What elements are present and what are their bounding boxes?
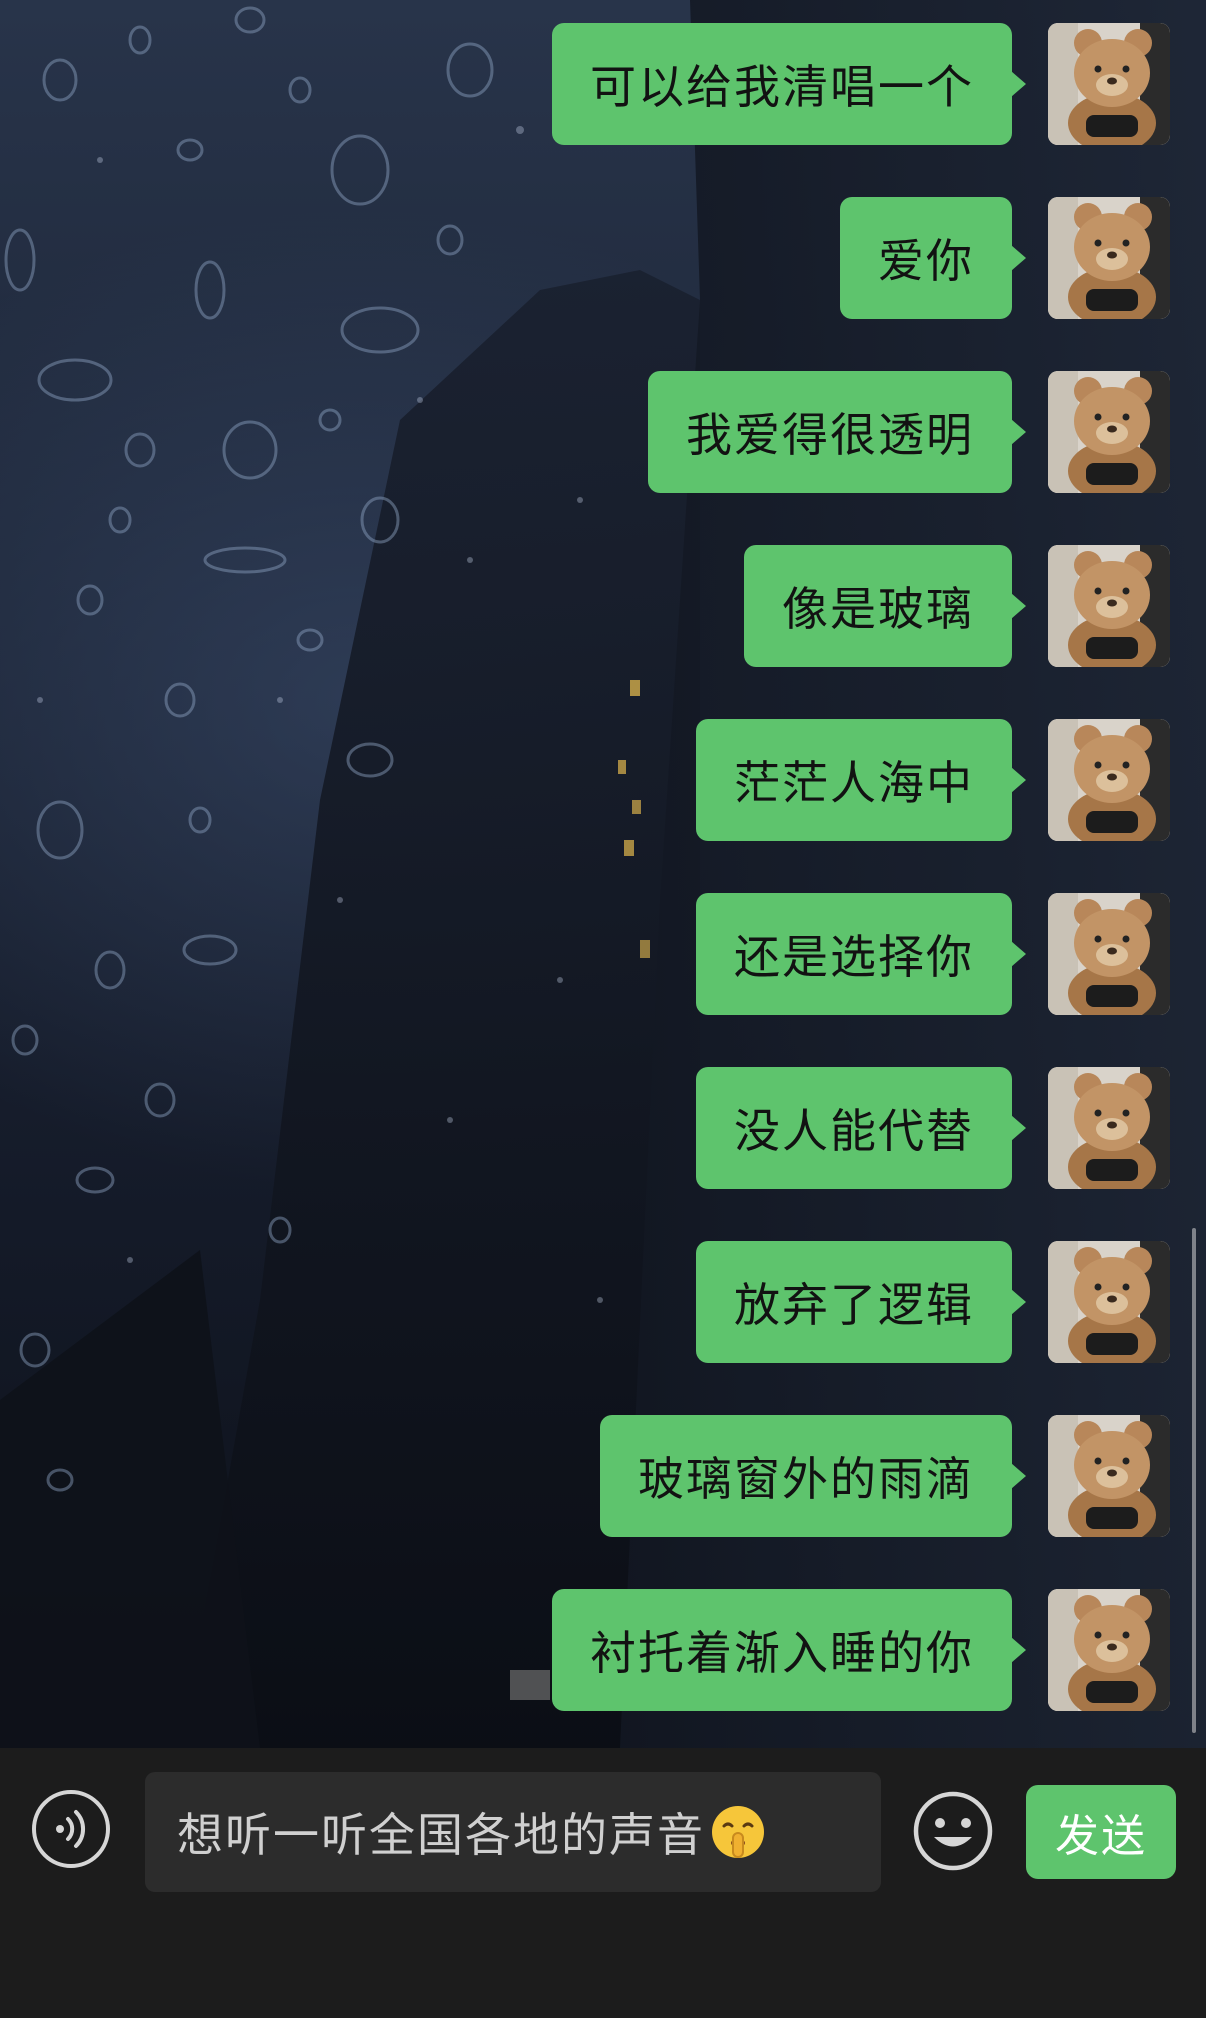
avatar[interactable] (1048, 719, 1170, 841)
avatar[interactable] (1048, 893, 1170, 1015)
message-row: 衬托着渐入睡的你 (552, 1589, 1170, 1711)
message-row: 玻璃窗外的雨滴 (600, 1415, 1170, 1537)
message-bubble[interactable]: 可以给我清唱一个 (552, 23, 1026, 145)
message-bubble[interactable]: 像是玻璃 (744, 545, 1026, 667)
message-input[interactable]: 想听一听全国各地的声音 (145, 1772, 881, 1892)
message-row: 我爱得很透明 (648, 371, 1170, 493)
message-input-text: 想听一听全国各地的声音 (177, 1808, 705, 1862)
message-bubble[interactable]: 爱你 (840, 197, 1026, 319)
voice-input-button[interactable] (32, 1790, 110, 1868)
avatar[interactable] (1048, 23, 1170, 145)
teddy-bear-avatar-icon (1048, 1241, 1170, 1363)
message-row: 可以给我清唱一个 (552, 23, 1170, 145)
message-row: 像是玻璃 (744, 545, 1170, 667)
teddy-bear-avatar-icon (1048, 23, 1170, 145)
voice-icon (56, 1810, 86, 1848)
teddy-bear-avatar-icon (1048, 893, 1170, 1015)
avatar[interactable] (1048, 1415, 1170, 1537)
message-row: 还是选择你 (696, 893, 1170, 1015)
teddy-bear-avatar-icon (1048, 719, 1170, 841)
message-row: 爱你 (840, 197, 1170, 319)
message-bubble[interactable]: 茫茫人海中 (696, 719, 1026, 841)
message-row: 茫茫人海中 (696, 719, 1170, 841)
shushing-face-emoji (712, 1806, 764, 1858)
teddy-bear-avatar-icon (1048, 545, 1170, 667)
chat-area[interactable]: 可以给我清唱一个爱你我爱得很透明像是玻璃茫茫人海中还是选择你没人能代替放弃了逻辑… (0, 0, 1206, 1748)
teddy-bear-avatar-icon (1048, 1589, 1170, 1711)
teddy-bear-avatar-icon (1048, 197, 1170, 319)
message-bubble[interactable]: 我爱得很透明 (648, 371, 1026, 493)
chat-scrollbar[interactable] (1192, 1228, 1196, 1733)
teddy-bear-avatar-icon (1048, 371, 1170, 493)
teddy-bear-avatar-icon (1048, 1415, 1170, 1537)
avatar[interactable] (1048, 197, 1170, 319)
message-bubble[interactable]: 玻璃窗外的雨滴 (600, 1415, 1026, 1537)
message-bubble[interactable]: 衬托着渐入睡的你 (552, 1589, 1026, 1711)
message-row: 放弃了逻辑 (696, 1241, 1170, 1363)
send-button[interactable]: 发送 (1026, 1785, 1176, 1879)
smiley-icon[interactable] (912, 1790, 994, 1872)
send-button-label: 发送 (1055, 1811, 1147, 1862)
avatar[interactable] (1048, 1589, 1170, 1711)
avatar[interactable] (1048, 371, 1170, 493)
avatar[interactable] (1048, 1067, 1170, 1189)
message-bubble[interactable]: 没人能代替 (696, 1067, 1026, 1189)
avatar[interactable] (1048, 545, 1170, 667)
message-bubble[interactable]: 还是选择你 (696, 893, 1026, 1015)
teddy-bear-avatar-icon (1048, 1067, 1170, 1189)
message-bubble[interactable]: 放弃了逻辑 (696, 1241, 1026, 1363)
avatar[interactable] (1048, 1241, 1170, 1363)
message-row: 没人能代替 (696, 1067, 1170, 1189)
